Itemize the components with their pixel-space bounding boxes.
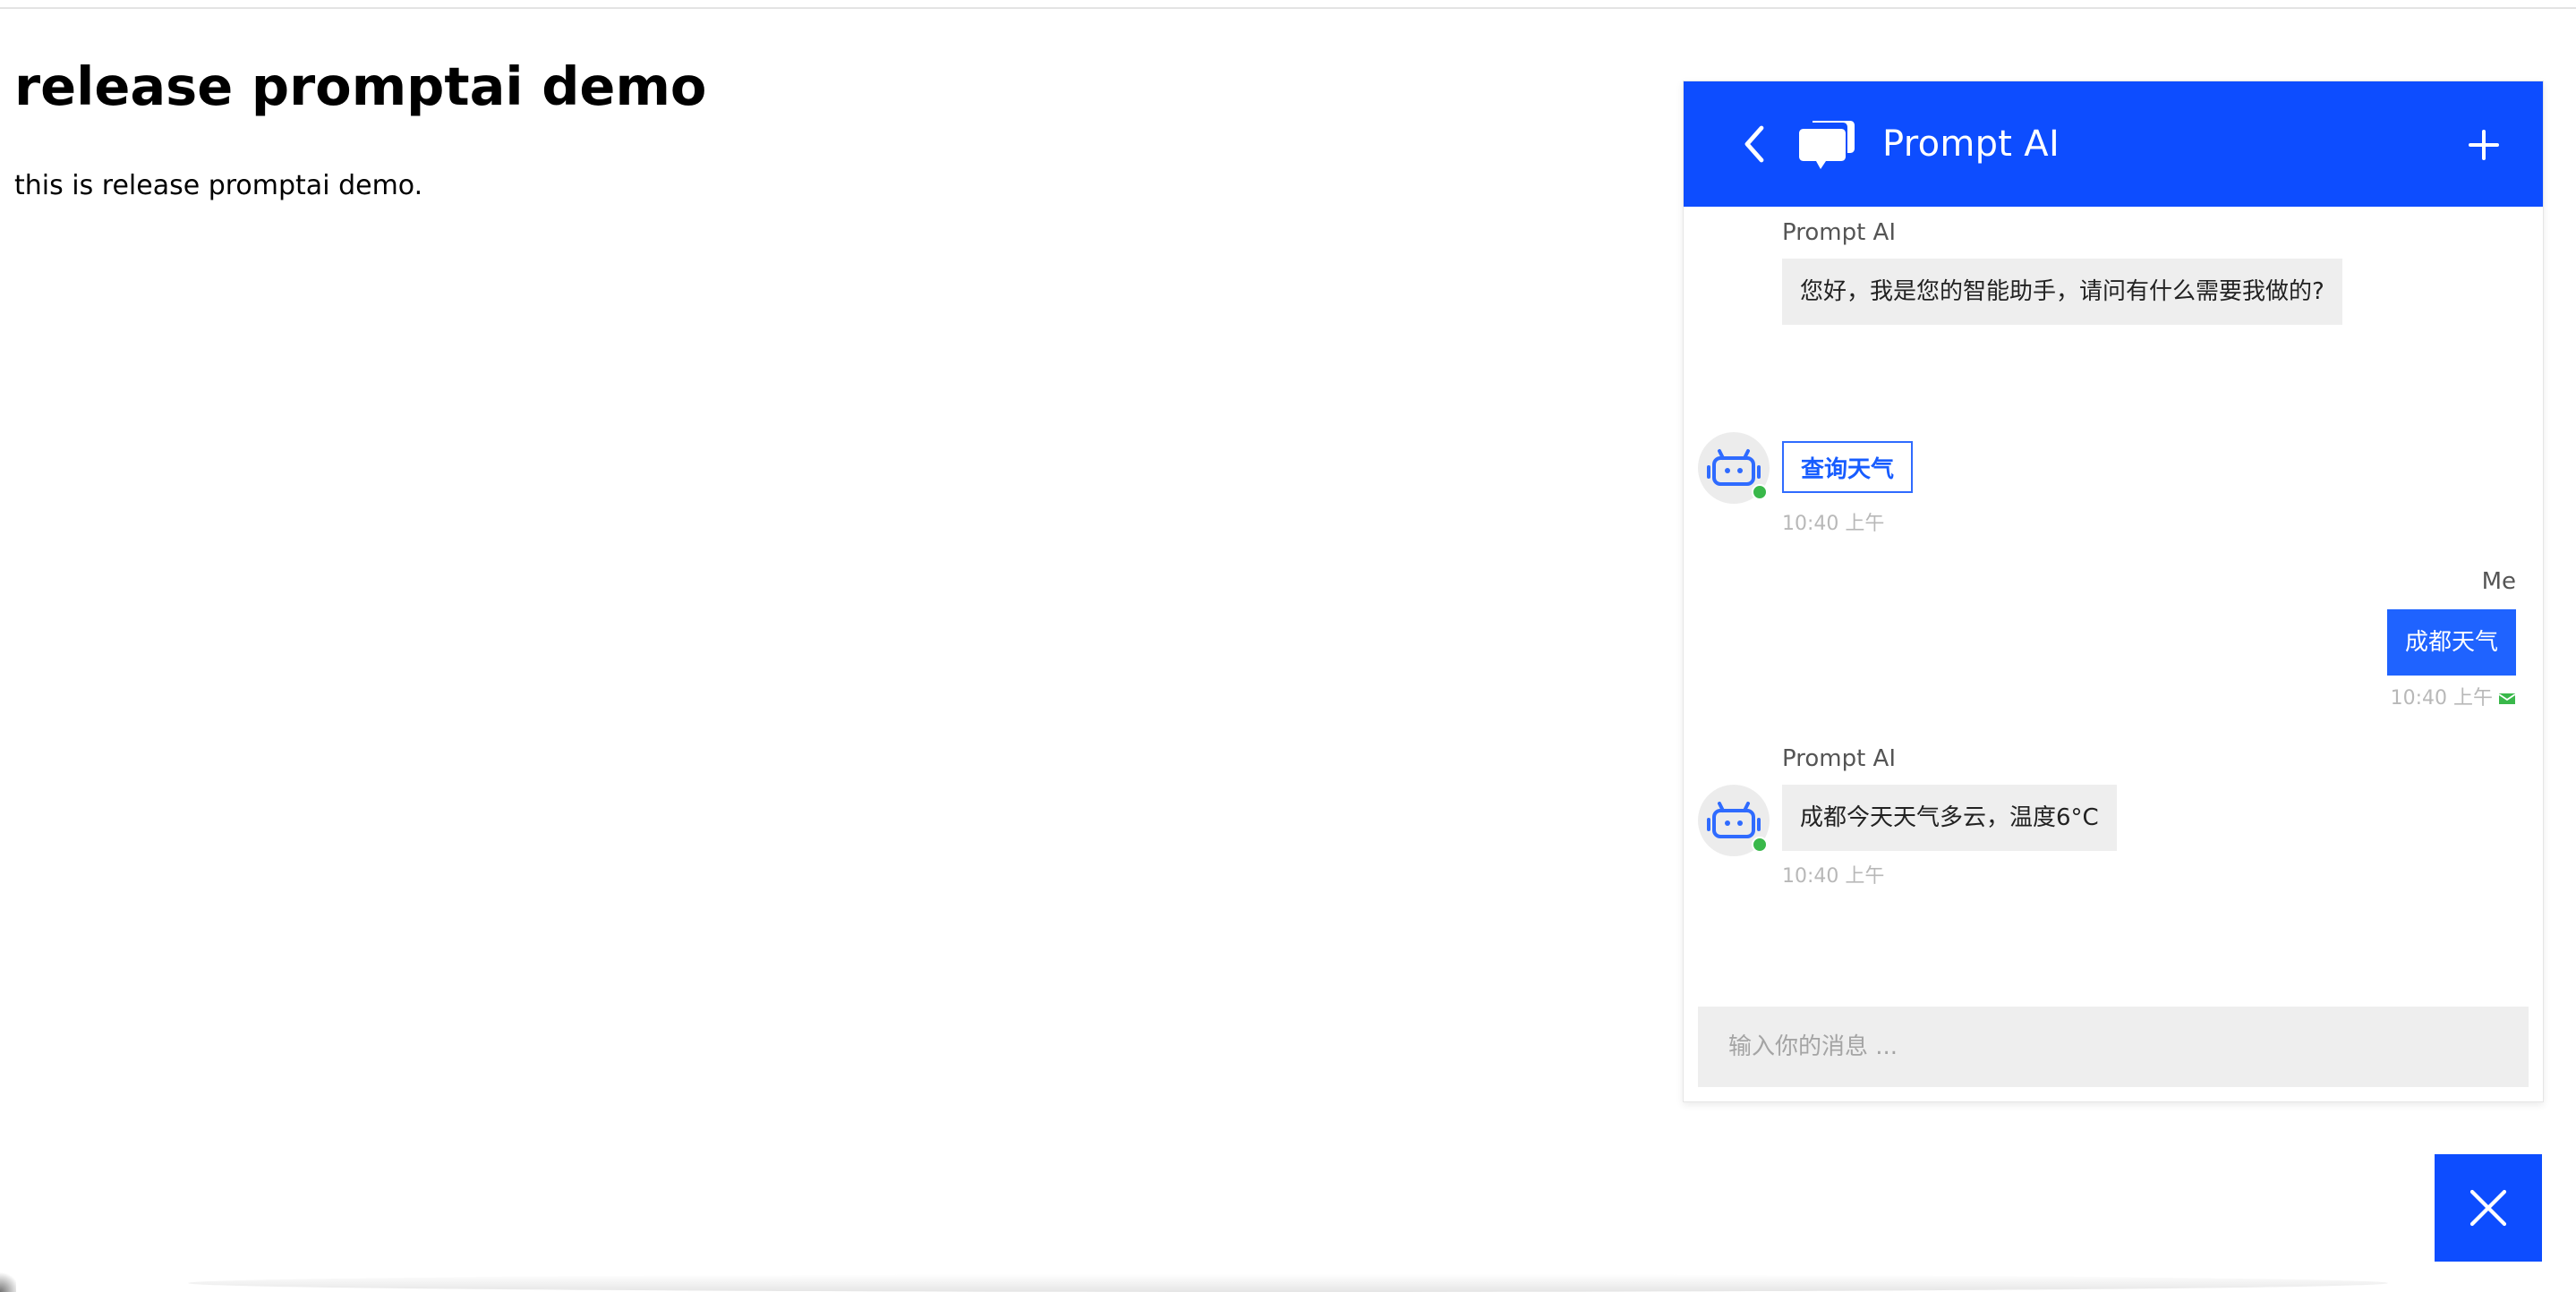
bot-avatar — [1698, 785, 1770, 856]
user-message-bubble: 成都天气 — [2386, 609, 2516, 676]
chevron-left-icon — [1744, 125, 1764, 163]
message-time: 10:40 上午 — [1782, 513, 1885, 535]
new-chat-button[interactable] — [2459, 120, 2509, 170]
message-input[interactable] — [1698, 1007, 2529, 1087]
close-chat-button[interactable] — [2435, 1154, 2542, 1262]
message-list: Prompt AI 您好，我是您的智能助手，请问有什么需要我做的? 查询天气 1… — [1684, 207, 2543, 1075]
chat-title: Prompt AI — [1882, 123, 2060, 165]
user-sender-name: Me — [2481, 568, 2516, 595]
plus-icon — [2469, 130, 2499, 160]
bot-sender-name: Prompt AI — [1782, 219, 1896, 246]
bot-message-bubble: 成都今天天气多云，温度6°C — [1782, 785, 2117, 851]
top-divider — [0, 7, 2576, 9]
page-description: this is release promptai demo. — [14, 170, 423, 201]
window-corner-shadow — [0, 1269, 16, 1292]
online-status-indicator — [1752, 484, 1768, 500]
page-title: release promptai demo — [14, 55, 707, 117]
bot-sender-name: Prompt AI — [1782, 745, 1896, 772]
chat-bubbles-icon — [1799, 121, 1855, 169]
chat-widget: Prompt AI Prompt AI 您好，我是您的智能助手，请问有什么需要我… — [1683, 81, 2544, 1102]
online-status-indicator — [1752, 837, 1768, 853]
bot-avatar — [1698, 432, 1770, 504]
chat-header: Prompt AI — [1684, 81, 2543, 207]
message-time: 10:40 上午 — [1782, 865, 1885, 888]
message-time: 10:40 上午 — [2390, 687, 2493, 710]
quick-reply-button[interactable]: 查询天气 — [1782, 441, 1913, 493]
back-button[interactable] — [1736, 117, 1771, 171]
close-icon — [2469, 1189, 2507, 1227]
window-bottom-shadow — [188, 1274, 2388, 1292]
mail-icon — [2498, 693, 2516, 704]
bot-message-bubble: 您好，我是您的智能助手，请问有什么需要我做的? — [1782, 259, 2342, 325]
